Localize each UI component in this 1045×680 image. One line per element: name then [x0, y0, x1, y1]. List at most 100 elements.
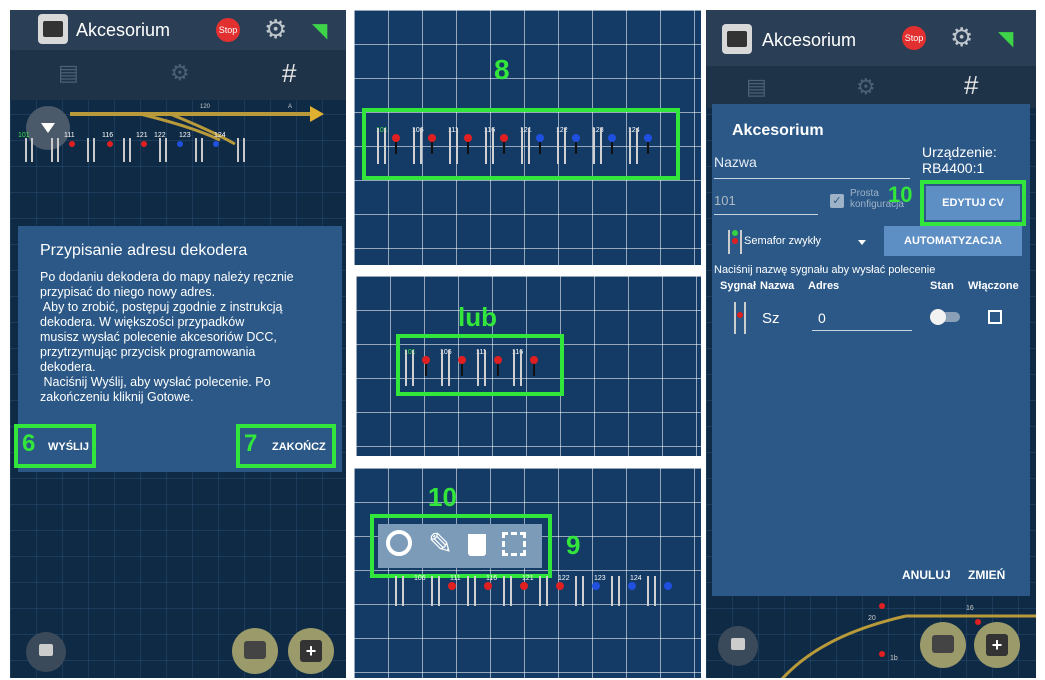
- screenshot-grid-middle: lub 101 106 111 116: [356, 276, 701, 456]
- bg-number: 16: [966, 605, 974, 612]
- tab-control-icon[interactable]: ⚙: [856, 74, 876, 100]
- step-number-9: 9: [566, 530, 581, 560]
- screenshot-grid-top: 8 101 106 111 116 121 122 123 124: [354, 10, 701, 265]
- row-address: 0: [818, 310, 826, 326]
- signal-type-label: Semafor zwykły: [744, 235, 822, 247]
- signal-number: 111: [450, 575, 461, 582]
- dialog-title: Akcesorium: [732, 122, 824, 139]
- gear-icon[interactable]: ⚙: [950, 24, 973, 50]
- signal-icon[interactable]: [734, 302, 746, 334]
- col-name: Nazwa: [760, 280, 795, 292]
- tab-tracks-icon[interactable]: #: [282, 58, 296, 89]
- dialog-text: Po dodaniu dekodera do mapy należy ręczn…: [40, 270, 294, 404]
- name-placeholder: Nazwa: [714, 154, 757, 170]
- app-logo: [722, 24, 752, 54]
- signal-number: 123: [594, 575, 606, 582]
- dialog-title: Przypisanie adresu dekodera: [40, 242, 248, 259]
- step-label-or: lub: [458, 302, 497, 332]
- signal-number: 116: [486, 575, 497, 582]
- tab-bar: ▤ ⚙ #: [706, 66, 1036, 108]
- state-toggle[interactable]: [930, 309, 960, 325]
- col-address: Adres: [808, 280, 840, 292]
- lock-icon: [731, 638, 745, 650]
- row-address-field[interactable]: 0: [812, 306, 912, 331]
- signal-number: 122: [558, 575, 570, 582]
- app-logo: [38, 14, 68, 44]
- col-signal: Sygnał: [720, 280, 757, 292]
- screenshot-grid-bottom: 10 9 ✎ 106 111 116 121 122 123 124: [354, 468, 701, 678]
- semaphore-icon: [728, 230, 742, 254]
- simple-config-checkbox[interactable]: ✓: [830, 194, 844, 208]
- device-label: Urządzenie:: [922, 144, 997, 160]
- red-lamp: [737, 312, 743, 318]
- plus-icon: +: [986, 634, 1008, 656]
- cancel-button[interactable]: ANULUJ: [902, 568, 951, 582]
- automation-label: AUTOMATYZACJA: [904, 235, 1002, 247]
- step-number-10: 10: [428, 482, 457, 512]
- tab-locomotive-icon[interactable]: ▤: [58, 60, 79, 86]
- step-number-edit-cv: 10: [888, 182, 913, 207]
- lock-button[interactable]: [718, 626, 758, 666]
- toggle-knob: [930, 309, 946, 325]
- col-state: Stan: [930, 280, 954, 292]
- red-lamp: [732, 238, 738, 244]
- stop-button[interactable]: Stop: [216, 18, 240, 42]
- tab-control-icon[interactable]: ⚙: [170, 60, 190, 86]
- tab-tracks-icon[interactable]: #: [964, 70, 978, 101]
- tab-locomotive-icon[interactable]: ▤: [746, 74, 767, 100]
- top-bar: Akcesorium Stop ⚙ ◥: [706, 10, 1036, 66]
- wifi-icon: ◥: [998, 28, 1014, 50]
- screenshot-left: Akcesorium Stop ⚙ ◥ ▤ ⚙ # 120 A 101 111 …: [10, 10, 346, 678]
- device-value: RB4400:1: [922, 160, 985, 176]
- screenshot-right: Akcesorium Stop ⚙ ◥ ▤ ⚙ # Akcesorium Naz…: [706, 10, 1036, 678]
- signal-number: 106: [414, 575, 426, 582]
- name-field[interactable]: Nazwa: [714, 154, 910, 179]
- signal-row: 106 111 116 121 122 123 124: [395, 575, 672, 606]
- signal-tracks: [25, 138, 245, 162]
- signal-type-select[interactable]: Semafor zwykły: [728, 228, 878, 256]
- signal-row: 101 111 116 121 122 123 124: [18, 132, 254, 162]
- signal-row: 101 106 111 116: [404, 349, 538, 386]
- enabled-checkbox[interactable]: [988, 310, 1002, 324]
- keyboard-icon: [244, 641, 266, 659]
- track-mark-120: 120: [200, 104, 211, 110]
- gear-icon[interactable]: ⚙: [264, 16, 287, 42]
- signal-number: 121: [522, 575, 534, 582]
- change-button[interactable]: ZMIEŃ: [968, 568, 1005, 582]
- app-title: Akcesorium: [762, 30, 857, 50]
- track-mark-a: A: [288, 104, 292, 110]
- col-enabled: Włączone: [968, 280, 1019, 292]
- lock-icon: [39, 644, 53, 656]
- chevron-down-icon: [858, 240, 866, 245]
- accessory-dialog: Akcesorium Nazwa Urządzenie: RB4400:1 10…: [712, 104, 1030, 596]
- program-button[interactable]: [232, 628, 278, 674]
- address-value: 101: [714, 193, 736, 208]
- bg-number: 20: [868, 615, 876, 622]
- signal-row: 101 106 111 116 121 122 123 124: [376, 127, 652, 164]
- lock-button[interactable]: [26, 632, 66, 672]
- top-bar: Akcesorium Stop ⚙ ◥: [10, 10, 346, 50]
- bg-number: 1b: [890, 655, 898, 662]
- highlight-toolbar: [370, 514, 552, 578]
- signal-number: 124: [630, 575, 642, 582]
- add-button[interactable]: +: [974, 622, 1020, 668]
- plus-icon: +: [300, 640, 322, 662]
- step-number-send: 6: [22, 430, 36, 457]
- row-name[interactable]: Sz: [762, 310, 780, 327]
- table-header: Sygnał Nazwa Adres Stan Włączone: [712, 280, 1030, 294]
- wifi-icon: ◥: [312, 20, 328, 42]
- tab-bar: ▤ ⚙ #: [10, 50, 346, 100]
- step-number-8: 8: [494, 54, 510, 85]
- table-row: Sz 0: [712, 298, 1030, 342]
- address-field[interactable]: 101: [714, 192, 818, 215]
- step-number-finish: 7: [244, 430, 258, 457]
- program-button[interactable]: [920, 622, 966, 668]
- hint-text: Naciśnij nazwę sygnału aby wysłać polece…: [714, 264, 936, 276]
- automation-button[interactable]: AUTOMATYZACJA: [884, 226, 1022, 256]
- app-title: Akcesorium: [76, 20, 171, 40]
- stop-button[interactable]: Stop: [902, 26, 926, 50]
- green-lamp: [732, 230, 738, 236]
- highlight-edit-cv: [920, 180, 1026, 226]
- add-button[interactable]: +: [288, 628, 334, 674]
- keyboard-icon: [932, 635, 954, 653]
